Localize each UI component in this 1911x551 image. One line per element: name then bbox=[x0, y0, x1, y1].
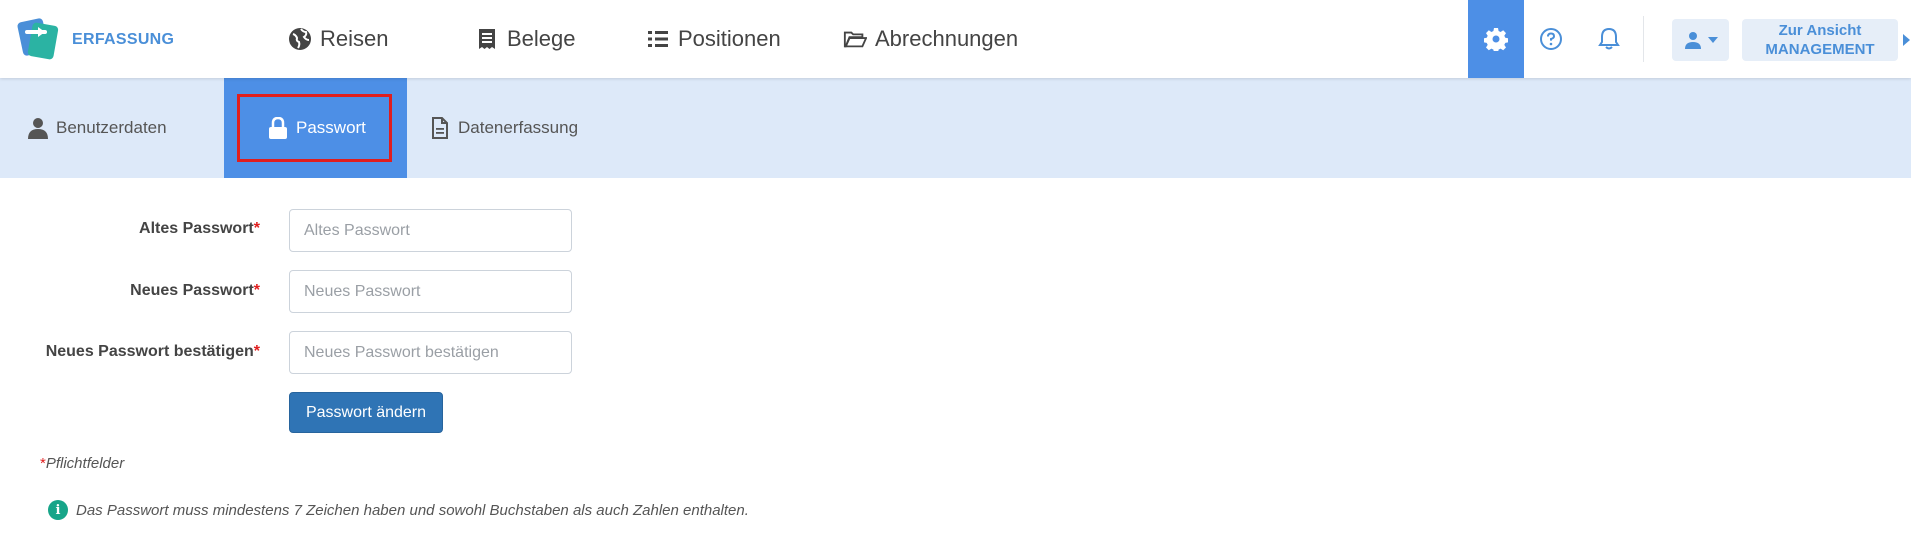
old-password-label: Altes Passwort* bbox=[0, 220, 260, 238]
confirm-password-input[interactable] bbox=[289, 331, 572, 374]
user-icon bbox=[28, 118, 48, 139]
help-button[interactable] bbox=[1536, 24, 1566, 54]
notifications-button[interactable] bbox=[1594, 24, 1624, 54]
required-fields-text: Pflichtfelder bbox=[45, 455, 125, 472]
password-rules-text: Das Passwort muss mindestens 7 Zeichen h… bbox=[76, 501, 749, 519]
required-mark: * bbox=[253, 220, 260, 237]
globe-icon bbox=[289, 28, 311, 50]
caret-down-icon bbox=[1707, 37, 1718, 43]
brand-name[interactable]: ERFASSUNG bbox=[72, 31, 174, 49]
settings-subnav: Benutzerdaten Passwort Datenerfassung bbox=[0, 78, 1911, 178]
bell-icon bbox=[1598, 27, 1620, 50]
new-password-label-text: Neues Passwort bbox=[130, 282, 254, 299]
tab-passwort[interactable]: Passwort bbox=[224, 78, 407, 178]
tab-label-datenerfassung: Datenerfassung bbox=[458, 118, 579, 137]
confirm-password-label: Neues Passwort bestätigen* bbox=[0, 343, 260, 361]
old-password-input[interactable] bbox=[289, 209, 572, 252]
tab-label-passwort: Passwort bbox=[296, 118, 366, 137]
nav-item-belege[interactable]: Belege bbox=[475, 24, 576, 54]
change-password-button[interactable]: Passwort ändern bbox=[289, 392, 443, 433]
required-mark: * bbox=[253, 343, 260, 360]
switch-view-line1: Zur Ansicht bbox=[1778, 22, 1862, 39]
nav-item-reisen[interactable]: Reisen bbox=[288, 24, 388, 54]
new-password-input[interactable] bbox=[289, 270, 572, 313]
confirm-password-label-text: Neues Passwort bestätigen bbox=[45, 343, 254, 360]
nav-item-positionen[interactable]: Positionen bbox=[646, 24, 781, 54]
nav-label-positionen: Positionen bbox=[678, 26, 781, 51]
document-icon bbox=[432, 117, 448, 139]
nav-label-abrechnungen: Abrechnungen bbox=[875, 26, 1019, 51]
tab-datenerfassung[interactable]: Datenerfassung bbox=[430, 78, 578, 178]
nav-label-belege: Belege bbox=[507, 26, 576, 51]
settings-button[interactable] bbox=[1468, 0, 1524, 78]
switch-view-line2: MANAGEMENT bbox=[1765, 41, 1875, 58]
new-password-label: Neues Passwort* bbox=[0, 282, 260, 300]
list-icon bbox=[648, 31, 668, 47]
password-rules-info: i Das Passwort muss mindestens 7 Zeichen… bbox=[48, 500, 749, 520]
app-logo-icon[interactable] bbox=[16, 14, 66, 64]
top-navbar: ERFASSUNG Reisen Belege Positionen Abrec… bbox=[0, 0, 1911, 78]
nav-label-reisen: Reisen bbox=[320, 26, 389, 51]
caret-right-icon[interactable] bbox=[1903, 34, 1910, 46]
info-icon: i bbox=[48, 500, 68, 520]
tab-benutzerdaten[interactable]: Benutzerdaten bbox=[28, 78, 177, 178]
user-icon bbox=[1684, 32, 1701, 49]
nav-item-abrechnungen[interactable]: Abrechnungen bbox=[843, 24, 1018, 54]
user-menu-button[interactable] bbox=[1672, 19, 1729, 61]
tab-label-benutzerdaten: Benutzerdaten bbox=[56, 118, 167, 137]
help-circle-icon bbox=[1540, 28, 1562, 50]
receipt-icon bbox=[479, 29, 495, 49]
gear-icon bbox=[1484, 28, 1508, 51]
required-fields-note: *Pflichtfelder bbox=[40, 455, 124, 472]
old-password-label-text: Altes Passwort bbox=[139, 220, 254, 237]
switch-view-management-button[interactable]: Zur Ansicht MANAGEMENT bbox=[1742, 19, 1898, 61]
folder-open-icon bbox=[843, 31, 867, 48]
lock-icon bbox=[269, 117, 287, 139]
navbar-divider bbox=[1643, 16, 1644, 62]
required-mark: * bbox=[253, 282, 260, 299]
